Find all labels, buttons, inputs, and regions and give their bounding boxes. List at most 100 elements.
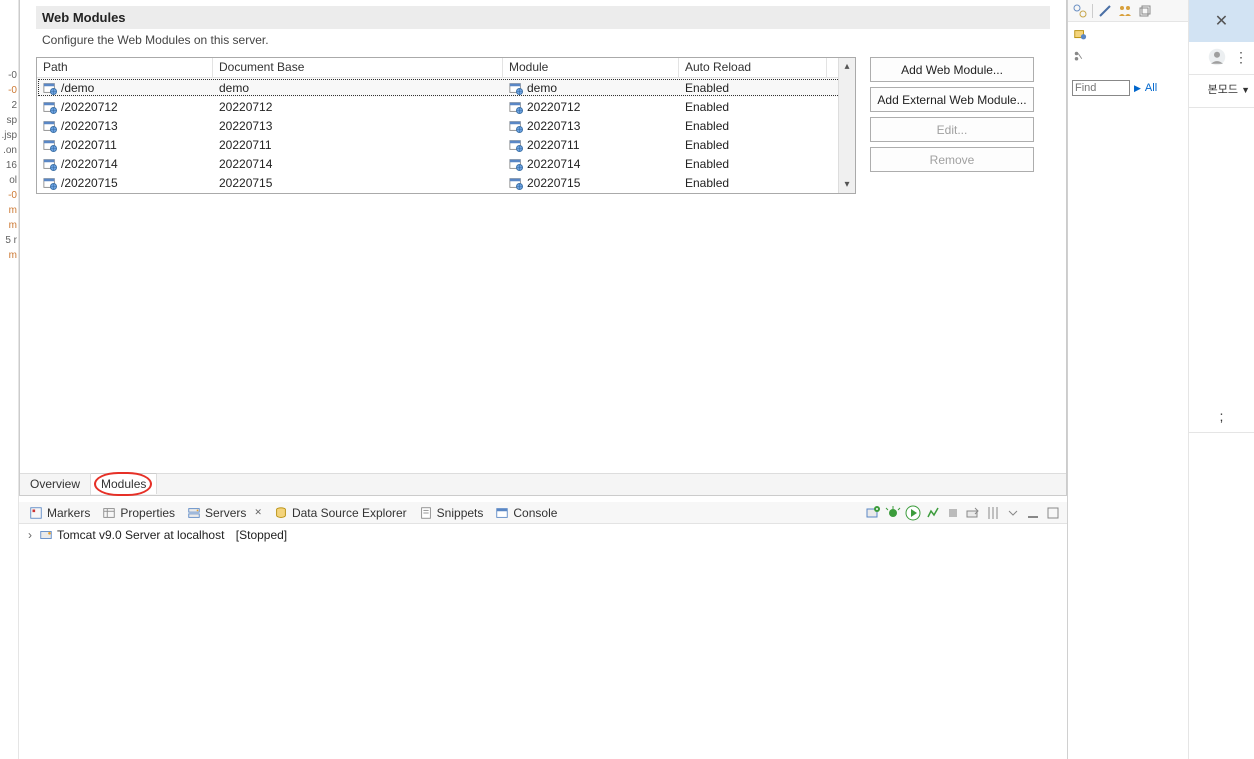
window-titlebar-right: ✕: [1189, 0, 1254, 42]
web-module-icon: [43, 176, 57, 190]
find-input[interactable]: [1072, 80, 1130, 96]
debug-icon[interactable]: [885, 505, 901, 521]
minimized-view-icon-1[interactable]: [1072, 28, 1090, 44]
gutter-text: -0: [0, 83, 18, 98]
cell-mod: 20220711: [527, 138, 580, 152]
publish-icon[interactable]: [965, 505, 981, 521]
modules-table[interactable]: Path Document Base Module Auto Reload /d…: [36, 57, 856, 194]
cell-doc: demo: [219, 81, 249, 95]
gutter-text: m: [0, 203, 18, 218]
view-servers[interactable]: Servers: [181, 502, 268, 524]
edit-button[interactable]: Edit...: [870, 117, 1034, 142]
stop-icon[interactable]: [945, 505, 961, 521]
server-status: [Stopped]: [236, 528, 287, 542]
menu-dots-icon[interactable]: ⋮: [1234, 49, 1248, 66]
cell-mod: 20220715: [527, 176, 580, 190]
new-server-icon[interactable]: [865, 505, 881, 521]
cell-path: /20220715: [61, 176, 118, 190]
table-row[interactable]: /202207112022071120220711Enabled: [37, 135, 855, 154]
table-scrollbar[interactable]: ▴ ▾: [838, 58, 855, 193]
scroll-down-icon[interactable]: ▾: [839, 176, 855, 193]
gutter-text: 5 r: [0, 233, 18, 248]
tab-modules[interactable]: Modules: [91, 473, 157, 494]
gutter-text: 16: [0, 158, 18, 173]
col-path[interactable]: Path: [37, 58, 213, 78]
link-icon[interactable]: [1072, 3, 1088, 19]
scroll-up-icon[interactable]: ▴: [839, 58, 855, 75]
run-icon[interactable]: [905, 505, 921, 521]
close-icon[interactable]: ✕: [1215, 11, 1228, 31]
module-buttons: Add Web Module... Add External Web Modul…: [870, 57, 1034, 194]
people-icon[interactable]: [1117, 3, 1133, 19]
right-side-panel: ▶ All: [1067, 0, 1188, 759]
gutter-text: .on: [0, 143, 18, 158]
web-module-icon: [509, 100, 523, 114]
gutter-text: m: [0, 248, 18, 263]
gutter-text: sp: [0, 113, 18, 128]
table-row[interactable]: /202207142022071420220714Enabled: [37, 154, 855, 173]
play-icon[interactable]: ▶: [1134, 83, 1141, 94]
tab-overview[interactable]: Overview: [20, 474, 91, 495]
clean-icon[interactable]: [985, 505, 1001, 521]
view-menu-icon[interactable]: [1005, 505, 1021, 521]
cell-mod: 20220713: [527, 119, 580, 133]
remove-button[interactable]: Remove: [870, 147, 1034, 172]
view-markers[interactable]: Markers: [23, 502, 96, 524]
view-servers-label: Servers: [205, 506, 246, 520]
cell-path: /demo: [61, 81, 94, 95]
cell-auto: Enabled: [685, 176, 729, 190]
web-module-icon: [43, 157, 57, 171]
markers-icon: [29, 506, 43, 520]
cell-doc: 20220712: [219, 100, 272, 114]
web-module-icon: [509, 119, 523, 133]
view-console-label: Console: [513, 506, 557, 520]
web-module-icon: [43, 138, 57, 152]
find-bar: ▶ All: [1068, 78, 1188, 98]
view-properties-label: Properties: [120, 506, 175, 520]
view-markers-label: Markers: [47, 506, 90, 520]
col-mod[interactable]: Module: [503, 58, 679, 78]
cell-doc: 20220713: [219, 119, 272, 133]
restore-icon[interactable]: [1137, 3, 1153, 19]
properties-icon: [102, 506, 116, 520]
maximize-icon[interactable]: [1045, 505, 1061, 521]
view-properties[interactable]: Properties: [96, 502, 181, 524]
server-name: Tomcat v9.0 Server at localhost: [57, 528, 224, 542]
view-console[interactable]: Console: [489, 502, 563, 524]
col-doc[interactable]: Document Base: [213, 58, 503, 78]
browser-account-bar: ⋮: [1189, 42, 1254, 70]
expand-icon[interactable]: ›: [25, 528, 35, 542]
view-dse[interactable]: Data Source Explorer: [268, 502, 413, 524]
all-link[interactable]: All: [1145, 82, 1157, 94]
table-row[interactable]: /202207122022071220220712Enabled: [37, 97, 855, 116]
browser-side-area: ✕ ⋮ 본모드 ▼ ;: [1188, 0, 1254, 759]
table-row[interactable]: /demodemodemoEnabled: [37, 78, 855, 97]
gutter-text: m: [0, 218, 18, 233]
web-modules-section: Web Modules Configure the Web Modules on…: [20, 0, 1066, 57]
web-module-icon: [43, 100, 57, 114]
cell-auto: Enabled: [685, 100, 729, 114]
gutter-text: -0: [0, 68, 18, 83]
snippets-icon: [419, 506, 433, 520]
wand-icon[interactable]: [1097, 3, 1113, 19]
cell-mod: demo: [527, 81, 557, 95]
gutter-text: -0: [0, 188, 18, 203]
minimize-icon[interactable]: [1025, 505, 1041, 521]
add-web-module-button[interactable]: Add Web Module...: [870, 57, 1034, 82]
col-auto[interactable]: Auto Reload: [679, 58, 827, 78]
gutter-text: 2: [0, 98, 18, 113]
cell-path: /20220714: [61, 157, 118, 171]
web-module-icon: [43, 81, 57, 95]
minimized-view-icon-2[interactable]: [1072, 50, 1090, 66]
view-snippets[interactable]: Snippets: [413, 502, 490, 524]
profile-icon[interactable]: [925, 505, 941, 521]
server-tree-item[interactable]: › Tomcat v9.0 Server at localhost [Stopp…: [25, 528, 1061, 542]
stray-text: ;: [1189, 408, 1254, 424]
person-icon[interactable]: [1208, 48, 1226, 66]
add-external-web-module-button[interactable]: Add External Web Module...: [870, 87, 1034, 112]
table-row[interactable]: /20220715 20220715 20220715 Enabled: [37, 173, 855, 192]
main-editor-area: Web Modules Configure the Web Modules on…: [19, 0, 1067, 759]
cell-doc: 20220715: [219, 176, 272, 190]
table-row[interactable]: /202207132022071320220713Enabled: [37, 116, 855, 135]
mode-label[interactable]: 본모드 ▼: [1189, 75, 1254, 103]
